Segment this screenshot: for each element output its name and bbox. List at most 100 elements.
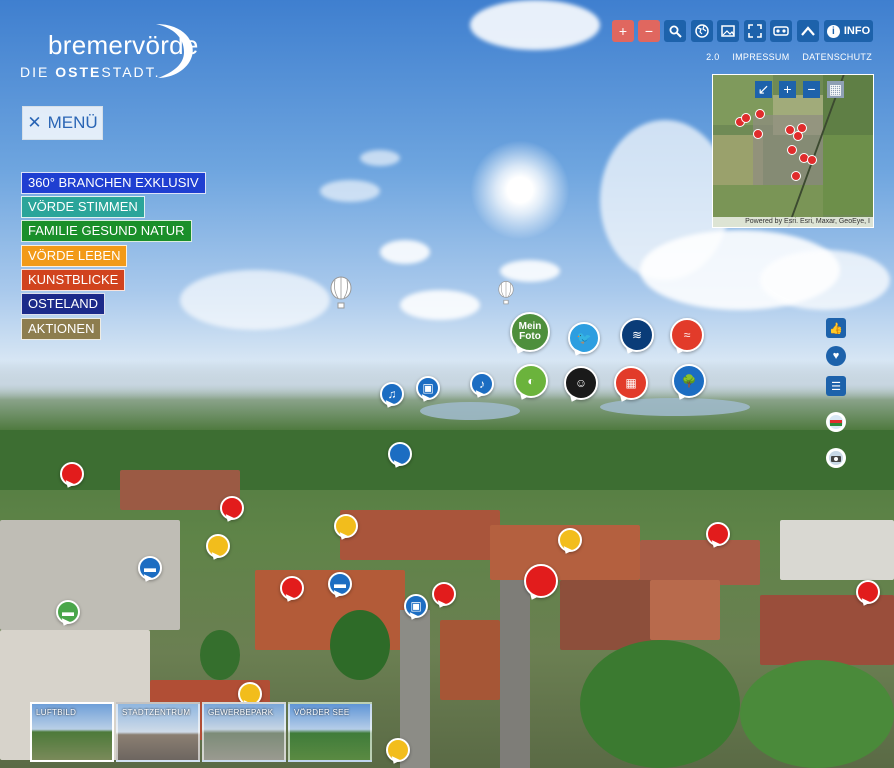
chevron-up-icon [801,26,815,36]
favorite-button[interactable]: ♥ [826,346,846,366]
hot-air-balloon-hotspot[interactable] [498,280,514,312]
category-aktionen[interactable]: AKTIONEN [21,318,102,340]
green-tag-hotspot[interactable]: ◐ [514,364,548,398]
yellow-hotspot[interactable] [386,738,410,762]
gallery-hotspot[interactable]: ▣ [416,376,440,400]
thumb-luftbild[interactable]: LUFTBILD [30,702,114,762]
image-icon [721,25,735,37]
link-impressum[interactable]: IMPRESSUM [732,52,789,62]
water-waves-icon: ≈ [683,328,691,342]
menu-button[interactable]: ✕ MENÜ [22,106,103,140]
fullscreen-icon [748,24,762,38]
hotel-hotspot[interactable]: ▬ [56,600,80,624]
map-zoom-in-button[interactable]: + [779,81,796,98]
gallery-icon: ▣ [422,381,434,395]
thumb-label: LUFTBILD [36,708,77,717]
close-icon: ✕ [27,113,42,132]
yellow-hotspot[interactable] [334,514,358,538]
thumb-label: STADTZENTRUM [122,708,191,717]
photo-camera-icon [829,451,843,465]
map-arrow-icon: ↙ [757,81,770,97]
lake [420,402,520,420]
list-icon: ☰ [831,380,841,393]
yellow-hotspot[interactable] [558,528,582,552]
red-hotspot[interactable] [220,496,244,520]
film-hotspot[interactable]: ▦ [614,366,648,400]
map-marker[interactable] [755,109,765,119]
cloud [500,260,560,282]
hot-air-balloon-icon [498,281,514,305]
thumb-voerder-see[interactable]: VÖRDER SEE [288,702,372,762]
logo-tagline: DIE OSTESTADT. [20,64,161,80]
mini-map[interactable]: ↙ + − ▦ Powered by Esri. Esri, Maxar, Ge… [712,74,874,228]
bed-icon: ▬ [62,605,74,619]
category-osteland[interactable]: OSTELAND [21,293,106,315]
guitar-hotspot[interactable]: ♪ [470,372,494,396]
bird-hotspot[interactable]: 🐦 [568,322,600,354]
search-button[interactable] [664,20,686,42]
gallery-hotspot[interactable]: ▣ [404,594,428,618]
red-hotspot[interactable] [706,522,730,546]
link-datenschutz[interactable]: DATENSCHUTZ [802,52,872,62]
image-button[interactable] [717,20,739,42]
map-marker[interactable] [787,145,797,155]
badge-button[interactable] [826,412,846,432]
category-voerde-stimmen[interactable]: VÖRDE STIMMEN [21,196,145,218]
map-marker[interactable] [741,113,751,123]
hot-air-balloon-hotspot[interactable] [330,276,352,316]
fullscreen-button[interactable] [744,20,766,42]
zoom-in-button[interactable]: + [612,20,634,42]
map-layer-icon: ▦ [828,81,843,97]
link-version[interactable]: 2.0 [706,52,719,62]
music-hotspot[interactable]: ♫ [380,382,404,406]
heart-icon: ♥ [832,350,840,362]
cloud [400,290,480,320]
category-voerde-leben[interactable]: VÖRDE LEBEN [21,245,128,267]
collapse-up-button[interactable] [797,20,819,42]
mein-foto-hotspot[interactable]: Mein Foto [510,312,550,352]
cloud [470,0,600,50]
photo-button[interactable] [826,448,846,468]
category-familie-gesund-natur[interactable]: FAMILIE GESUND NATUR [21,220,192,242]
red-hotspot[interactable] [432,582,456,606]
thumb-stadtzentrum[interactable]: STADTZENTRUM [116,702,200,762]
category-360-branchen-exklusiv[interactable]: 360° BRANCHEN EXKLUSIV [21,172,206,194]
info-button[interactable]: i INFO [824,20,873,42]
face-hotspot[interactable]: ☺ [564,366,598,400]
wave-icon: ≋ [631,328,643,342]
bed-icon: ▬ [334,577,346,591]
gallery-icon: ▣ [410,599,422,613]
map-zoom-out-button[interactable]: − [803,81,820,98]
map-marker[interactable] [797,123,807,133]
info-icon: i [826,24,840,38]
map-layer-button[interactable]: ▦ [827,81,844,98]
thumb-label: VÖRDER SEE [294,708,350,717]
map-marker[interactable] [791,171,801,181]
red-hotspot-large[interactable] [524,564,558,598]
red-hotspot[interactable] [856,580,880,604]
vr-button[interactable] [770,20,792,42]
search-icon [669,25,682,38]
category-kunstblicke[interactable]: KUNSTBLICKE [21,269,126,291]
map-recenter-button[interactable]: ↙ [755,81,772,98]
hotel-hotspot[interactable]: ▬ [328,572,352,596]
face-icon: ☺ [574,376,588,390]
red-hotspot[interactable] [60,462,84,486]
hotel-hotspot[interactable]: ▬ [138,556,162,580]
tree-hotspot[interactable]: 🌳 [672,364,706,398]
zoom-out-button[interactable]: − [638,20,660,42]
plus-icon: + [618,23,628,39]
wave-logo-hotspot[interactable]: ≋ [620,318,654,352]
list-button[interactable]: ☰ [826,376,846,396]
yellow-hotspot[interactable] [206,534,230,558]
water-hotspot[interactable]: ≈ [670,318,704,352]
thumb-gewerbepark[interactable]: GEWERBEPARK [202,702,286,762]
like-button[interactable]: 👍 [826,318,846,338]
thumb-label: GEWERBEPARK [208,708,274,717]
blue-hotspot[interactable] [388,442,412,466]
thumbs-up-icon: 👍 [829,322,843,335]
map-marker[interactable] [807,155,817,165]
map-marker[interactable] [753,129,763,139]
globe-button[interactable] [691,20,713,42]
red-hotspot[interactable] [280,576,304,600]
